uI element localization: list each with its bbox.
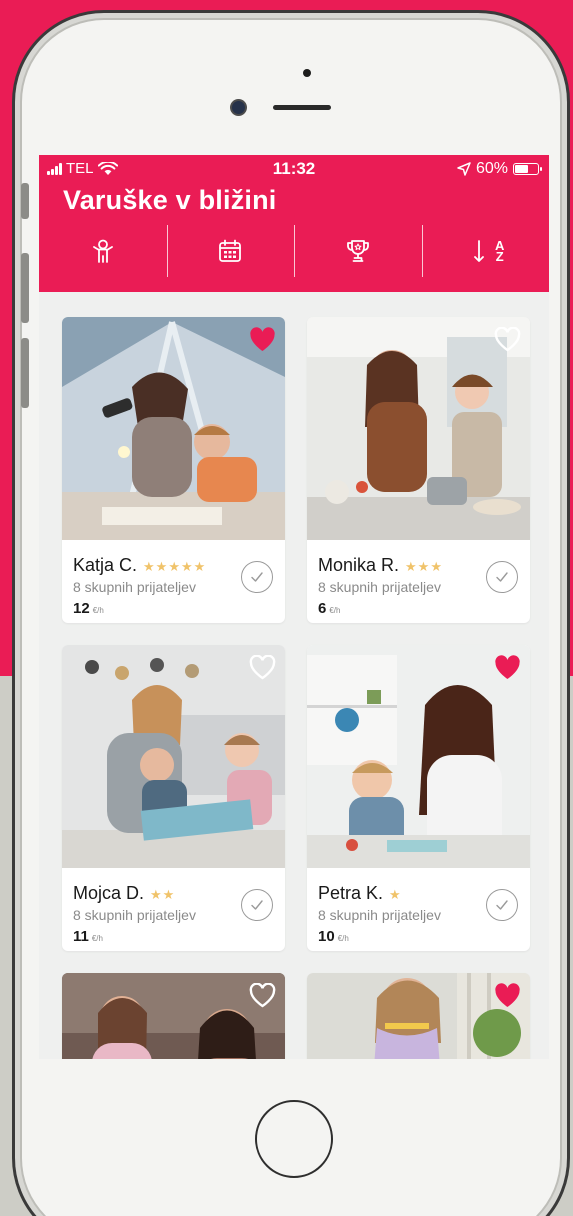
checkmark-icon <box>251 900 263 910</box>
price-unit: €/h <box>329 606 341 615</box>
select-checkmark-button[interactable] <box>241 889 273 921</box>
hourly-rate: 11 €/h <box>73 928 103 945</box>
favorite-heart-filled-icon[interactable] <box>249 327 276 352</box>
card-info: Petra K. ★ 8 skupnih prijateljev 10 €/h <box>307 868 530 951</box>
babysitter-card[interactable]: Monika R. ★★★ 8 skupnih prijateljev 6 €/h <box>307 317 530 623</box>
trophy-icon <box>346 240 369 262</box>
battery-icon <box>513 163 542 175</box>
filter-person-button[interactable] <box>39 225 167 277</box>
favorite-heart-filled-icon[interactable] <box>494 983 521 1008</box>
babysitter-name: Katja C. <box>73 555 138 575</box>
name-row: Petra K. ★ <box>318 883 402 904</box>
name-row: Katja C. ★★★★★ <box>73 555 206 576</box>
sort-button[interactable]: A Z <box>421 225 550 277</box>
earpiece-speaker <box>273 105 331 110</box>
price-value: 12 <box>73 600 90 617</box>
favorite-heart-outline-icon[interactable] <box>249 654 276 680</box>
page-title: Varuške v bližini <box>63 185 277 215</box>
mutual-friends: 8 skupnih prijateljev <box>73 579 196 595</box>
babysitter-card[interactable]: Katja C. ★★★★★ 8 skupnih prijateljev 12 €/h <box>62 317 285 623</box>
checkmark-icon <box>496 900 508 910</box>
status-bar: TEL 11:32 60% <box>39 155 549 185</box>
babysitter-card[interactable] <box>62 973 285 1059</box>
name-row: Monika R. ★★★ <box>318 555 443 576</box>
hourly-rate: 10 €/h <box>318 928 349 945</box>
favorite-heart-outline-icon[interactable] <box>249 982 276 1008</box>
battery-percent: 60% <box>475 160 508 177</box>
filter-toolbar: A Z <box>39 225 549 277</box>
checkmark-icon <box>251 572 263 582</box>
filter-calendar-button[interactable] <box>166 225 295 277</box>
card-info: Katja C. ★★★★★ 8 skupnih prijateljev 12 €/h <box>62 540 285 623</box>
volume-down-button <box>21 338 29 408</box>
mute-switch <box>21 183 29 219</box>
rating-stars: ★ <box>389 887 402 902</box>
app-screen: TEL 11:32 60% Varuške v bližini A Z Katj… <box>39 155 549 1059</box>
babysitter-card[interactable]: Petra K. ★ 8 skupnih prijateljev 10 €/h <box>307 645 530 951</box>
babysitter-card[interactable]: Mojca D. ★★ 8 skupnih prijateljev 11 €/h <box>62 645 285 951</box>
select-checkmark-button[interactable] <box>486 889 518 921</box>
rating-stars: ★★★★★ <box>143 559 207 574</box>
price-value: 11 <box>73 928 89 945</box>
price-value: 6 <box>318 600 327 617</box>
babysitter-name: Mojca D. <box>73 883 145 903</box>
app-header: TEL 11:32 60% Varuške v bližini A Z <box>39 155 549 292</box>
person-icon <box>92 239 113 263</box>
favorite-heart-filled-icon[interactable] <box>494 655 521 680</box>
rating-stars: ★★ <box>150 887 176 902</box>
favorite-heart-outline-icon[interactable] <box>494 326 521 352</box>
checkmark-icon <box>496 572 508 582</box>
rating-stars: ★★★ <box>405 559 443 574</box>
calendar-icon <box>219 239 242 262</box>
front-camera <box>232 101 245 114</box>
sort-arrow-icon <box>474 240 484 262</box>
card-info: Mojca D. ★★ 8 skupnih prijateljev 11 €/h <box>62 868 285 951</box>
price-unit: €/h <box>91 934 103 943</box>
babysitter-name: Monika R. <box>318 555 400 575</box>
proximity-sensor <box>303 69 311 77</box>
mutual-friends: 8 skupnih prijateljev <box>318 579 441 595</box>
hourly-rate: 12 €/h <box>73 600 104 617</box>
select-checkmark-button[interactable] <box>486 561 518 593</box>
location-icon <box>457 162 471 176</box>
price-value: 10 <box>318 928 335 945</box>
price-unit: €/h <box>92 606 104 615</box>
select-checkmark-button[interactable] <box>241 561 273 593</box>
name-row: Mojca D. ★★ <box>73 883 175 904</box>
filter-trophy-button[interactable] <box>294 225 422 277</box>
sort-label-bottom: Z <box>495 249 504 264</box>
babysitter-name: Petra K. <box>318 883 384 903</box>
home-button[interactable] <box>255 1100 333 1178</box>
mutual-friends: 8 skupnih prijateljev <box>73 907 196 923</box>
babysitter-card[interactable] <box>307 973 530 1059</box>
card-info: Monika R. ★★★ 8 skupnih prijateljev 6 €/h <box>307 540 530 623</box>
hourly-rate: 6 €/h <box>318 600 340 617</box>
volume-up-button <box>21 253 29 323</box>
price-unit: €/h <box>337 934 349 943</box>
mutual-friends: 8 skupnih prijateljev <box>318 907 441 923</box>
